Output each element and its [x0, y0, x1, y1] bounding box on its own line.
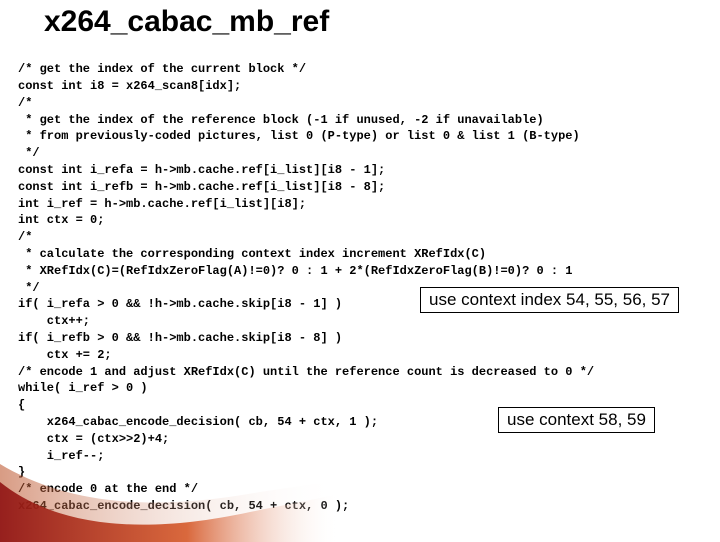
code-line: int ctx = 0;: [18, 213, 104, 227]
code-line: while( i_ref > 0 ): [18, 381, 148, 395]
code-line: * get the index of the reference block (…: [18, 113, 544, 127]
code-line: * calculate the corresponding context in…: [18, 247, 486, 261]
code-line: * from previously-coded pictures, list 0…: [18, 129, 580, 143]
code-line: /* encode 0 at the end */: [18, 482, 198, 496]
slide: x264_cabac_mb_ref /* get the index of th…: [0, 2, 720, 542]
code-line: if( i_refa > 0 && !h->mb.cache.skip[i8 -…: [18, 297, 342, 311]
code-line: }: [18, 465, 25, 479]
code-line: int i_ref = h->mb.cache.ref[i_list][i8];: [18, 197, 306, 211]
code-line: const int i_refa = h->mb.cache.ref[i_lis…: [18, 163, 385, 177]
code-line: ctx += 2;: [18, 348, 112, 362]
code-line: * XRefIdx(C)=(RefIdxZeroFlag(A)!=0)? 0 :…: [18, 264, 573, 278]
code-line: */: [18, 281, 40, 295]
callout-context-58-59: use context 58, 59: [498, 407, 655, 433]
code-line: ctx = (ctx>>2)+4;: [18, 432, 169, 446]
code-line: /* encode 1 and adjust XRefIdx(C) until …: [18, 365, 594, 379]
code-line: i_ref--;: [18, 449, 104, 463]
slide-title: x264_cabac_mb_ref: [44, 2, 702, 43]
code-line: const int i_refb = h->mb.cache.ref[i_lis…: [18, 180, 385, 194]
code-line: /* get the index of the current block */: [18, 62, 306, 76]
code-line: {: [18, 398, 25, 412]
code-line: /*: [18, 96, 32, 110]
code-line: if( i_refb > 0 && !h->mb.cache.skip[i8 -…: [18, 331, 342, 345]
code-line: */: [18, 146, 40, 160]
code-line: /*: [18, 230, 32, 244]
code-line: const int i8 = x264_scan8[idx];: [18, 79, 241, 93]
code-line: x264_cabac_encode_decision( cb, 54 + ctx…: [18, 499, 349, 513]
callout-context-54-57: use context index 54, 55, 56, 57: [420, 287, 679, 313]
code-line: ctx++;: [18, 314, 90, 328]
code-line: x264_cabac_encode_decision( cb, 54 + ctx…: [18, 415, 378, 429]
